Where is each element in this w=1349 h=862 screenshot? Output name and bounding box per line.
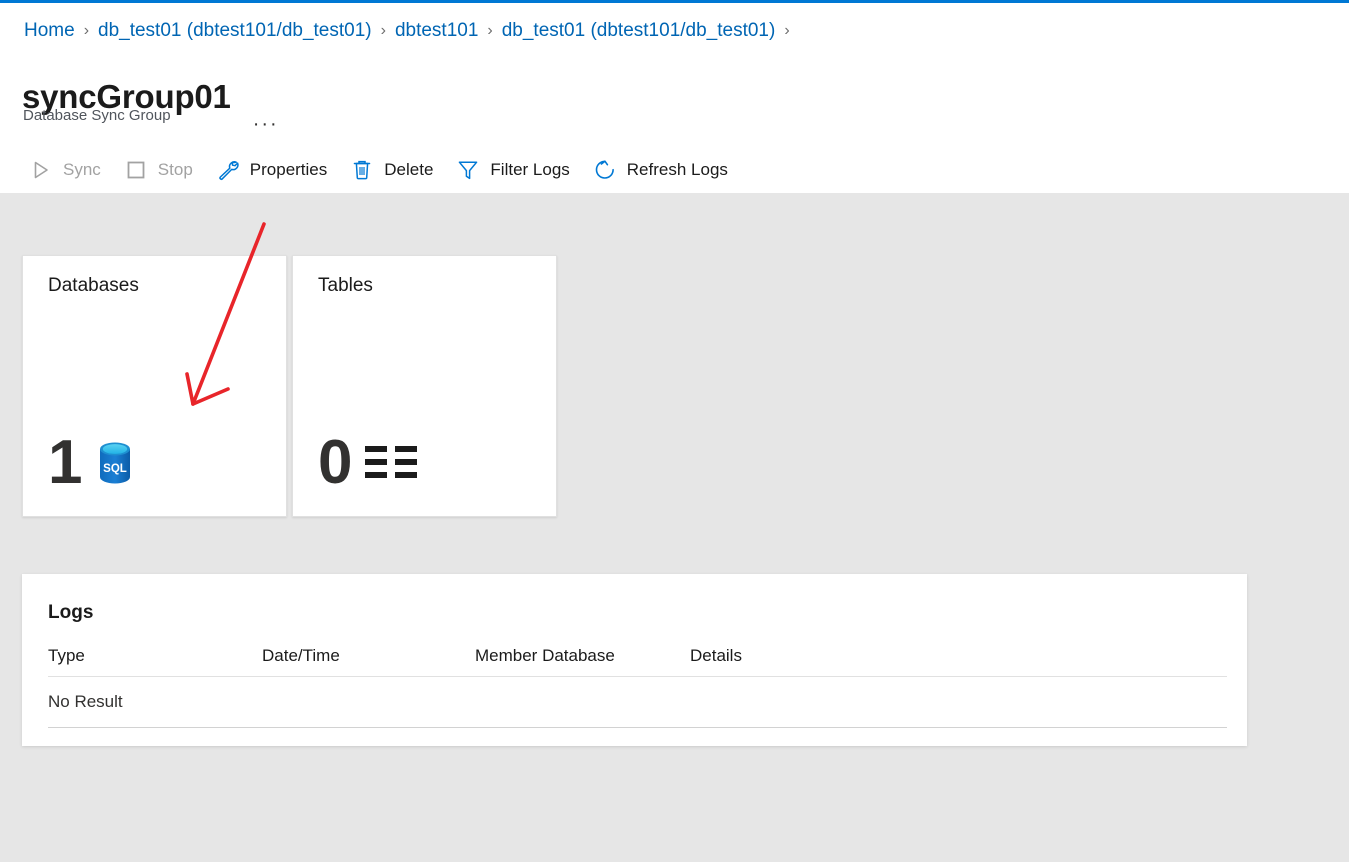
title-row: syncGroup01 ···	[22, 55, 279, 139]
logs-column-header-details[interactable]: Details	[690, 645, 1227, 667]
table-row[interactable]: No Result	[48, 677, 1227, 728]
breadcrumb-item-dbtest101[interactable]: dbtest101	[395, 19, 478, 43]
toolbar-label-delete: Delete	[384, 160, 434, 179]
breadcrumb-item-db-test01-2[interactable]: db_test01 (dbtest101/db_test01)	[502, 19, 776, 43]
toolbar-button-refresh-logs[interactable]: Refresh Logs	[592, 151, 728, 189]
breadcrumb-separator-icon: ›	[784, 22, 790, 39]
filter-icon	[455, 157, 481, 183]
logs-table: Type Date/Time Member Database Details N…	[48, 636, 1227, 728]
toolbar-label-sync: Sync	[63, 160, 101, 179]
tile-title-databases: Databases	[48, 275, 139, 296]
tile-body-databases: 1 SQL	[48, 432, 135, 494]
tile-tables[interactable]: Tables 0	[292, 255, 557, 517]
page-header: Home › db_test01 (dbtest101/db_test01) ›…	[0, 3, 1349, 196]
breadcrumb-item-home[interactable]: Home	[24, 19, 75, 43]
logs-cell-type: No Result	[48, 692, 123, 711]
refresh-icon	[592, 157, 618, 183]
breadcrumb: Home › db_test01 (dbtest101/db_test01) ›…	[24, 19, 799, 43]
toolbar-button-stop[interactable]: Stop	[123, 151, 193, 189]
wrench-icon	[215, 157, 241, 183]
toolbar-button-filter-logs[interactable]: Filter Logs	[455, 151, 570, 189]
page-subtitle: Database Sync Group	[23, 107, 171, 124]
logs-table-header-row: Type Date/Time Member Database Details	[48, 636, 1227, 677]
tile-databases[interactable]: Databases 1 SQL	[22, 255, 287, 517]
play-icon	[28, 157, 54, 183]
toolbar-button-sync[interactable]: Sync	[28, 151, 101, 189]
logs-column-header-type[interactable]: Type	[48, 645, 262, 667]
trash-icon	[349, 157, 375, 183]
toolbar-label-properties: Properties	[249, 160, 328, 179]
tile-count-databases: 1	[48, 428, 82, 497]
sql-database-icon: SQL	[95, 440, 135, 486]
breadcrumb-separator-icon: ›	[83, 22, 90, 39]
breadcrumb-separator-icon: ›	[380, 22, 386, 39]
table-grid-icon	[365, 446, 418, 480]
logs-panel: Logs Type Date/Time Member Database Deta…	[22, 574, 1247, 746]
breadcrumb-separator-icon: ›	[487, 22, 493, 39]
tile-count-tables: 0	[318, 428, 352, 497]
svg-text:SQL: SQL	[104, 463, 128, 475]
toolbar-button-properties[interactable]: Properties	[215, 151, 327, 189]
breadcrumb-item-db-test01-1[interactable]: db_test01 (dbtest101/db_test01)	[98, 19, 372, 43]
logs-column-header-date[interactable]: Date/Time	[262, 645, 475, 667]
tile-title-tables: Tables	[318, 275, 373, 296]
stop-icon	[123, 157, 149, 183]
toolbar-label-refresh-logs: Refresh Logs	[626, 160, 728, 179]
toolbar-label-stop: Stop	[157, 160, 193, 179]
tile-body-tables: 0	[318, 428, 418, 497]
logs-panel-title: Logs	[48, 602, 94, 623]
toolbar-button-delete[interactable]: Delete	[349, 151, 433, 189]
logs-column-header-member[interactable]: Member Database	[475, 645, 690, 667]
more-options-icon[interactable]: ···	[253, 114, 279, 134]
content-area: Databases 1 SQL Tables 0 Logs Type Date/…	[0, 193, 1349, 862]
command-toolbar: Sync Stop Properties Delete Filter Logs …	[28, 151, 750, 189]
toolbar-label-filter-logs: Filter Logs	[490, 160, 570, 179]
